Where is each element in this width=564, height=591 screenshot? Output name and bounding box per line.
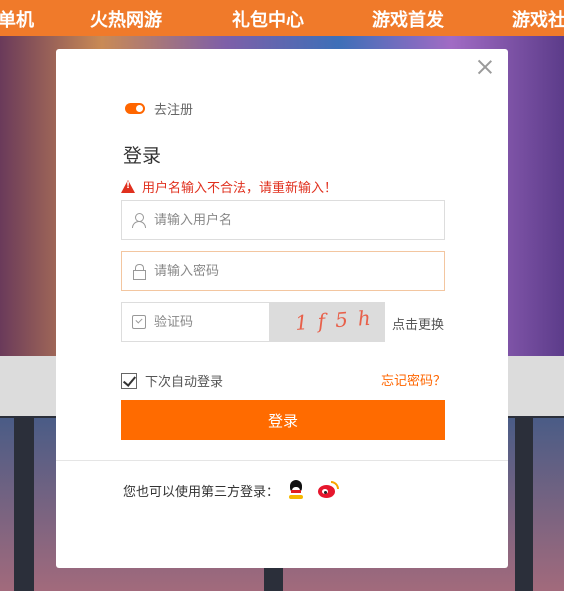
user-icon [132, 213, 146, 228]
captcha-image[interactable]: 1f5h [269, 302, 385, 342]
divider [56, 460, 508, 461]
third-party-label: 您也可以使用第三方登录： [123, 484, 280, 500]
register-link[interactable]: 去注册 [125, 99, 193, 118]
lock-icon [132, 264, 146, 280]
nav-item-game-community[interactable]: 游戏社 [512, 6, 564, 32]
nav-item-hot-online[interactable]: 火热网游 [90, 6, 162, 32]
error-message: 用户名输入不合法，请重新输入！ [121, 177, 337, 196]
captcha-field [121, 302, 270, 342]
login-button[interactable]: 登录 [121, 400, 445, 440]
username-input[interactable] [154, 212, 414, 228]
background-game-card [533, 418, 564, 591]
warning-icon [121, 180, 135, 193]
captcha-refresh-link[interactable]: 点击更换 [392, 314, 444, 333]
forgot-password-link[interactable]: 忘记密码？ [381, 370, 446, 389]
background-top-nav: 单机 火热网游 礼包中心 游戏首发 游戏社 [0, 0, 564, 36]
close-icon[interactable] [478, 60, 492, 74]
captcha-input[interactable] [154, 314, 254, 330]
captcha-image-text: 1f5h [294, 305, 382, 335]
checkbox-checked-icon [121, 372, 137, 389]
remember-me-label: 下次自动登录 [145, 375, 224, 390]
nav-item-game-launch[interactable]: 游戏首发 [372, 6, 444, 32]
register-label: 去注册 [154, 103, 194, 118]
nav-item-gift-center[interactable]: 礼包中心 [232, 6, 304, 32]
password-field [121, 251, 445, 291]
nav-item-standalone[interactable]: 单机 [0, 6, 34, 32]
verify-icon [132, 315, 146, 329]
captcha-row: 1f5h 点击更换 [121, 302, 445, 342]
dialog-title: 登录 [123, 145, 162, 167]
username-field [121, 200, 445, 240]
password-input[interactable] [154, 263, 414, 279]
error-text: 用户名输入不合法，请重新输入！ [142, 181, 338, 196]
background-game-card [0, 418, 14, 591]
weibo-icon[interactable] [317, 481, 340, 499]
qq-icon[interactable] [287, 480, 305, 500]
remember-me-checkbox[interactable]: 下次自动登录 [121, 371, 223, 390]
toggle-icon [125, 103, 145, 114]
third-party-login: 您也可以使用第三方登录： [123, 480, 340, 500]
